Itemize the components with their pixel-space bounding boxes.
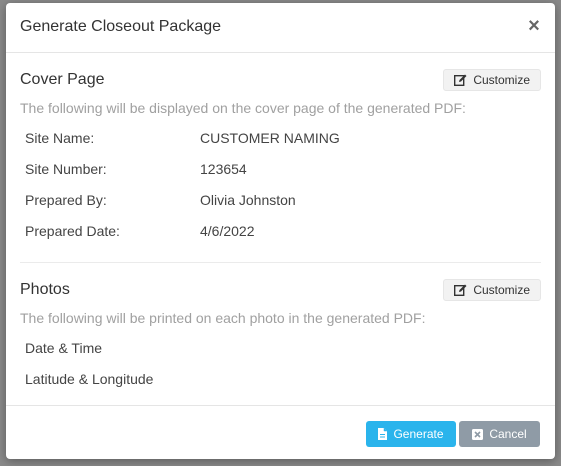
section-divider <box>20 262 541 263</box>
field-row-date-time: Date & Time <box>25 340 535 360</box>
modal-header: Generate Closeout Package × <box>6 3 555 53</box>
cover-page-section: Cover Page Customize The following will … <box>20 69 541 261</box>
field-label: Latitude & Longitude <box>25 371 154 387</box>
customize-label: Customize <box>473 73 530 87</box>
photos-customize-button[interactable]: Customize <box>443 279 541 301</box>
field-row-prepared-date: Prepared Date: 4/6/2022 <box>25 223 535 243</box>
field-row-lat-long: Latitude & Longitude <box>25 371 535 391</box>
file-icon <box>378 428 388 440</box>
generate-closeout-modal: Generate Closeout Package × Cover Page C… <box>6 3 555 459</box>
close-box-icon <box>472 428 484 440</box>
photos-section: Photos Customize The following will be p… <box>20 279 541 391</box>
field-value: 123654 <box>200 161 247 177</box>
photos-title: Photos <box>20 281 70 298</box>
modal-footer: Generate Cancel <box>6 405 555 459</box>
cover-page-customize-button[interactable]: Customize <box>443 69 541 91</box>
cancel-label: Cancel <box>489 427 527 441</box>
photos-description: The following will be printed on each ph… <box>20 310 426 326</box>
customize-label: Customize <box>473 283 530 297</box>
field-label: Prepared Date: <box>25 223 120 239</box>
edit-icon <box>454 284 467 296</box>
field-value: 4/6/2022 <box>200 223 255 239</box>
generate-label: Generate <box>393 427 444 441</box>
field-label: Date & Time <box>25 340 103 356</box>
field-row-site-number: Site Number: 123654 <box>25 161 535 181</box>
field-label: Site Number: <box>25 161 107 177</box>
modal-title: Generate Closeout Package <box>20 18 222 35</box>
field-row-prepared-by: Prepared By: Olivia Johnston <box>25 192 535 212</box>
close-icon[interactable]: × <box>525 16 543 36</box>
cover-page-title: Cover Page <box>20 71 105 88</box>
field-value: CUSTOMER NAMING <box>200 130 340 146</box>
field-value: Olivia Johnston <box>200 192 296 208</box>
field-label: Site Name: <box>25 130 95 146</box>
edit-icon <box>454 74 467 86</box>
field-label: Prepared By: <box>25 192 107 208</box>
cancel-button[interactable]: Cancel <box>459 421 540 447</box>
generate-button[interactable]: Generate <box>366 421 456 447</box>
field-row-site-name: Site Name: CUSTOMER NAMING <box>25 130 535 150</box>
cover-page-description: The following will be displayed on the c… <box>20 100 466 116</box>
modal-body: Cover Page Customize The following will … <box>6 53 555 405</box>
